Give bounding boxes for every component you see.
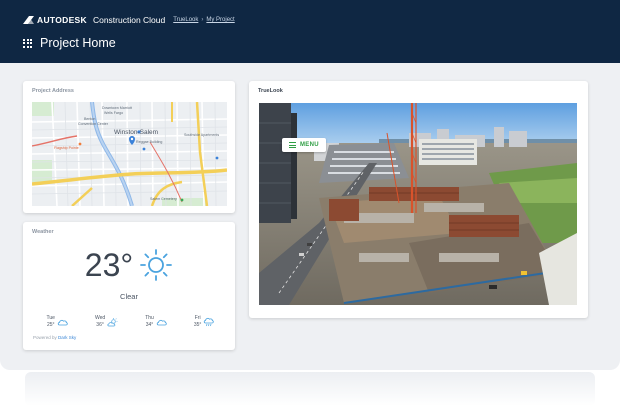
cloud-icon — [156, 319, 167, 326]
breadcrumb-separator: › — [201, 17, 204, 23]
hamburger-menu-icon — [289, 142, 296, 148]
forecast-day: Wed 36° — [95, 311, 118, 333]
app-grid-icon[interactable] — [23, 38, 32, 48]
project-map[interactable]: Downtown Marriott Wells Fargo Benton Con… — [32, 102, 227, 206]
rain-cloud-icon — [204, 317, 215, 327]
truelook-card: TrueLook MENU — [249, 81, 588, 318]
breadcrumb-my-project[interactable]: My Project — [206, 17, 234, 23]
weather-title: Weather — [32, 229, 54, 235]
map-label-benton: Benton — [84, 117, 95, 121]
page-title: Project Home — [40, 36, 116, 50]
truelook-title: TrueLook — [258, 88, 283, 94]
weather-condition: Clear — [120, 292, 138, 301]
current-weather: 23° — [23, 245, 235, 285]
powered-by-prefix: Powered by — [33, 335, 59, 340]
current-temperature: 23° — [84, 246, 134, 283]
dark-sky-link[interactable]: Dark Sky — [58, 335, 76, 340]
autodesk-logo-icon — [23, 16, 34, 24]
sun-cloud-icon — [107, 317, 118, 326]
breadcrumb-truelook[interactable]: TrueLook — [173, 17, 198, 23]
product-name: Construction Cloud — [92, 15, 166, 25]
forecast-day: Fri 35° — [194, 311, 215, 333]
weather-card: Weather 23° Clear Tue 25° Wed 36° Thu 34… — [23, 222, 235, 350]
forecast-day-temp: 36° — [96, 322, 104, 328]
menu-button-label: MENU — [300, 142, 319, 148]
brand-row: AUTODESK Construction Cloud TrueLook › M… — [23, 14, 235, 26]
map-label-downtown-marriott: Downtown Marriott — [102, 106, 132, 110]
project-address-title: Project Address — [32, 88, 74, 94]
forecast-day-name: Fri — [194, 315, 201, 321]
cloud-icon — [57, 319, 68, 326]
brand-name: AUTODESK — [37, 15, 87, 25]
window-reflection — [25, 372, 595, 406]
camera-image[interactable]: MENU — [259, 103, 577, 305]
camera-menu-button[interactable]: MENU — [282, 138, 326, 152]
title-row: Project Home — [23, 35, 116, 51]
forecast-day-temp: 35° — [193, 322, 202, 328]
map-label-cemetery: Salem Cemetery — [150, 197, 177, 201]
powered-by: Powered by Dark Sky — [33, 335, 76, 340]
app-header: AUTODESK Construction Cloud TrueLook › M… — [0, 0, 620, 63]
map-label-city: Winston-Salem — [114, 129, 158, 136]
map-label-flagship: Flagship Pointe — [54, 146, 79, 150]
forecast-day-temp: 34° — [145, 322, 154, 328]
forecast-day-temp: 25° — [46, 322, 55, 328]
app-window: AUTODESK Construction Cloud TrueLook › M… — [0, 0, 620, 370]
map-label-southside: Southside Apartments — [184, 133, 219, 137]
forecast-day: Thu 34° — [145, 311, 167, 333]
map-label-convention-center: Convention Center — [78, 122, 109, 126]
forecast-day-name: Wed — [94, 315, 106, 321]
forecast-day-name: Thu — [145, 315, 154, 321]
forecast-row: Tue 25° Wed 36° Thu 34° Fri 35° — [33, 311, 228, 333]
forecast-day-name: Tue — [46, 315, 55, 321]
sun-icon — [140, 249, 173, 281]
map-label-wells-fargo: Wells Fargo — [104, 111, 123, 115]
project-address-card: Project Address Downtown Marriott Wells … — [23, 81, 235, 213]
map-label-reggae-building: Reggae Building — [136, 140, 162, 144]
forecast-day: Tue 25° — [47, 311, 68, 333]
